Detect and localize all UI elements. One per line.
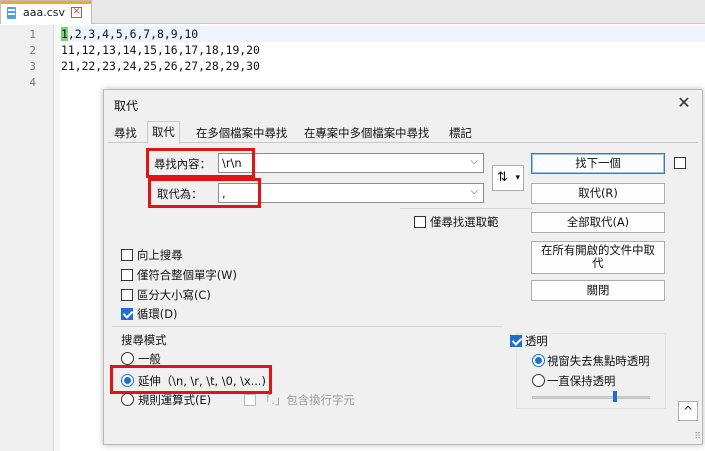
line-number: 1 <box>29 28 36 41</box>
wrap-around-checkbox[interactable] <box>121 308 133 320</box>
editor-line-3[interactable]: 21,22,23,24,25,26,27,28,29,30 <box>61 59 260 73</box>
chevron-down-icon[interactable]: ⌵ <box>470 186 478 197</box>
editor-line-2[interactable]: 11,12,13,14,15,16,17,18,19,20 <box>61 43 260 57</box>
replace-all-open-line2: 代 <box>592 256 604 270</box>
wrap-around-label: 循環(D) <box>137 307 178 321</box>
always-label: 一直保持透明 <box>547 374 616 388</box>
on-lose-focus-radio[interactable] <box>532 354 545 367</box>
dropdown-arrow-icon: ▾ <box>515 173 520 183</box>
regex-mode-radio[interactable] <box>121 393 134 406</box>
tab-close-icon[interactable]: ✕ <box>71 7 83 18</box>
replace-button[interactable]: 取代(R) <box>531 183 665 204</box>
highlight-box-extended <box>110 365 272 394</box>
dialog-title: 取代 <box>114 99 139 113</box>
dot-matches-newline-checkbox[interactable] <box>244 394 256 406</box>
in-selection-checkbox[interactable] <box>414 216 426 228</box>
normal-mode-radio[interactable] <box>121 352 134 365</box>
transparency-title: 透明 <box>525 334 548 348</box>
divider <box>112 326 502 327</box>
close-button[interactable]: 關閉 <box>531 280 665 301</box>
search-mode-title: 搜尋模式 <box>121 333 167 347</box>
tab-mark[interactable]: 標記 <box>445 123 476 143</box>
replace-dialog: 取代 ✕ 尋找 取代 在多個檔案中尋找 在專案中多個檔案中尋找 標記 尋找內容：… <box>103 89 703 445</box>
backward-label: 向上搜尋 <box>137 248 183 262</box>
collapse-button[interactable]: ^ <box>678 401 698 421</box>
line-number: 4 <box>29 76 36 89</box>
highlight-box-replace <box>148 178 261 208</box>
tab-find[interactable]: 尋找 <box>110 123 141 143</box>
highlight-box-find <box>146 148 255 178</box>
backward-checkbox[interactable] <box>121 249 133 261</box>
chevron-down-icon[interactable]: ⌵ <box>470 156 478 167</box>
selected-text: 1 <box>61 27 68 41</box>
editor-line-1[interactable]: 1,2,3,4,5,6,7,8,9,10 <box>61 27 198 41</box>
find-what-input[interactable]: \r\n ⌵ <box>218 153 484 173</box>
tab-active-indicator <box>1 1 91 4</box>
replace-all-button[interactable]: 全部取代(A) <box>531 212 665 233</box>
tab-find-in-project[interactable]: 在專案中多個檔案中尋找 <box>300 123 433 143</box>
tab-aaa-csv[interactable]: aaa.csv ✕ <box>0 0 92 24</box>
match-case-label: 區分大小寫(C) <box>137 288 211 302</box>
tab-label: aaa.csv <box>23 6 66 19</box>
tab-find-in-files[interactable]: 在多個檔案中尋找 <box>192 123 291 143</box>
find-next-button[interactable]: 找下一個 <box>531 153 665 174</box>
tab-replace[interactable]: 取代 <box>147 121 180 144</box>
file-icon <box>5 6 19 20</box>
swap-button[interactable]: ⇅ ▾ <box>492 165 524 191</box>
whole-word-label: 僅符合整個單字(W) <box>137 268 237 282</box>
line-1-text: ,2,3,4,5,6,7,8,9,10 <box>67 27 199 41</box>
line-number: 3 <box>29 60 36 73</box>
transparency-slider-thumb[interactable] <box>612 391 617 402</box>
on-lose-focus-label: 視窗失去焦點時透明 <box>547 354 650 368</box>
transparency-checkbox[interactable] <box>510 335 522 347</box>
always-radio[interactable] <box>532 374 545 387</box>
resize-grip-icon[interactable]: ⠿ <box>694 432 701 442</box>
close-icon[interactable]: ✕ <box>676 95 692 111</box>
transparency-slider[interactable] <box>532 396 650 399</box>
replace-all-in-open-docs-button[interactable]: 在所有開啟的文件中取 代 <box>531 241 665 274</box>
divider <box>400 208 532 209</box>
find-next-option-checkbox[interactable] <box>674 157 686 169</box>
line-number: 2 <box>29 44 36 57</box>
dot-matches-newline-label: 「.」包含換行字元 <box>260 393 355 407</box>
whole-word-checkbox[interactable] <box>121 269 133 281</box>
fold-margin <box>54 25 60 451</box>
match-case-checkbox[interactable] <box>121 289 133 301</box>
swap-icon: ⇅ <box>497 170 508 185</box>
regex-mode-label: 規則運算式(E) <box>138 393 212 407</box>
in-selection-label: 僅尋找選取範 <box>430 215 499 229</box>
editor-tabbar: aaa.csv ✕ <box>0 0 705 24</box>
